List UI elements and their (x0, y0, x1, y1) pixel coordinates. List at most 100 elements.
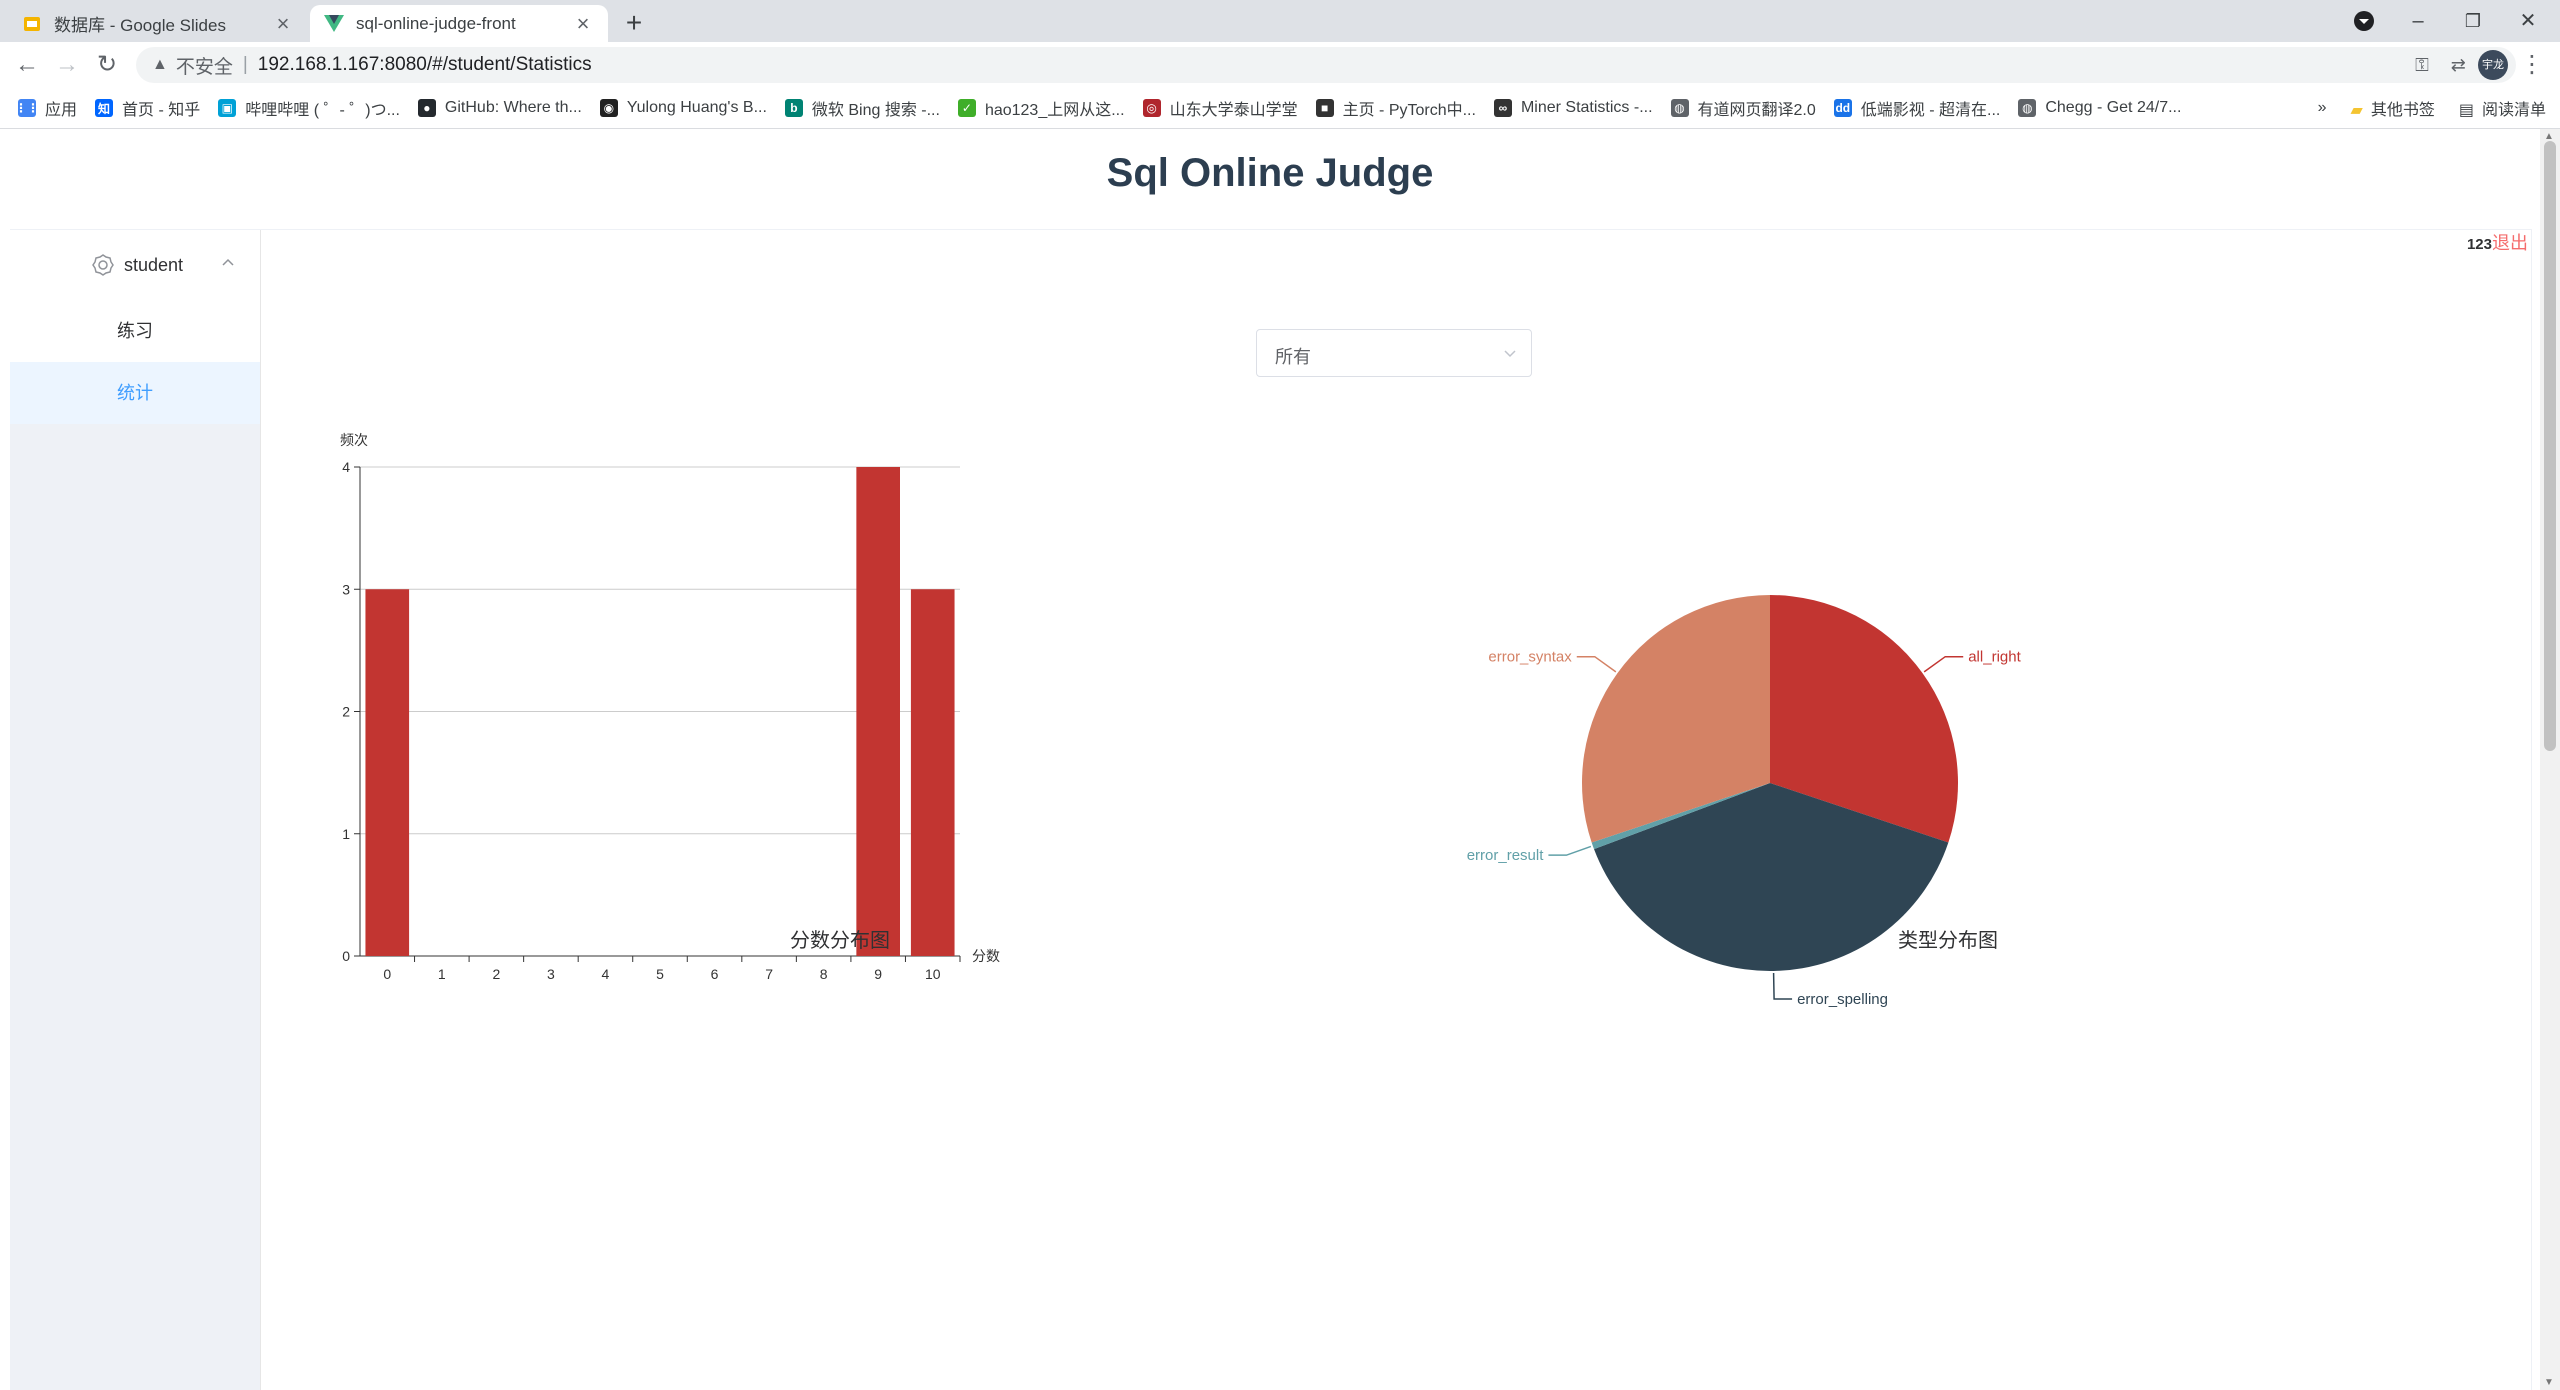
bookmark-label: 有道网页翻译2.0 (1697, 102, 1816, 119)
other-bookmarks-label: 其他书签 (2370, 102, 2435, 119)
bookmark-item[interactable]: ⋮⋮ 应用 (15, 96, 78, 120)
bookmark-label: GitHub: Where th... (444, 99, 582, 116)
pie-label: error_syntax (1488, 649, 1572, 666)
page-viewport: Sql Online Judge student 练习 统计 123退出 所有 … (0, 129, 2540, 1390)
bilibili-icon: ▣ (218, 99, 237, 117)
pie-label: error_result (1467, 847, 1545, 864)
bookmark-label: Yulong Huang's B... (626, 99, 767, 116)
bookmark-item[interactable]: ∞ Miner Statistics -... (1493, 99, 1653, 117)
minimize-icon[interactable]: – (2400, 6, 2436, 36)
sdu-icon: ◎ (1142, 99, 1161, 117)
submenu-student[interactable]: student (10, 230, 260, 300)
miner-icon: ∞ (1493, 99, 1512, 117)
bookmark-label: 低端影视 - 超清在... (1860, 102, 2001, 119)
gear-icon (92, 254, 114, 276)
bookmark-item[interactable]: b 微软 Bing 搜索 -... (784, 96, 940, 120)
chevron-up-icon (222, 258, 234, 266)
logout-link[interactable]: 退出 (2492, 233, 2528, 253)
x-tick-label: 5 (656, 966, 664, 982)
bookmarks-overflow-button[interactable]: » (2318, 99, 2327, 117)
y-tick-label: 4 (342, 459, 350, 475)
bookmark-item[interactable]: ● GitHub: Where th... (417, 99, 582, 117)
pie-chart-title: 类型分布图 (1898, 930, 1998, 952)
folder-icon: ▰ (2350, 102, 2363, 119)
bookmark-item[interactable]: ✓ hao123_上网从这... (957, 96, 1125, 120)
slides-icon (22, 14, 42, 34)
chevron-down-icon (1504, 350, 1516, 358)
bookmark-item[interactable]: 知首页 - 知乎 (95, 96, 200, 120)
bing-icon: b (784, 99, 803, 117)
back-icon[interactable]: ← (10, 48, 44, 82)
profile-avatar[interactable]: 宇龙 (2478, 50, 2508, 80)
bookmark-label: 首页 - 知乎 (122, 102, 201, 119)
browser-toolbar: ← → ↻ ▲ 不安全 | 192.168.1.167:8080/#/stude… (0, 42, 2560, 88)
bookmark-item[interactable]: ◍ Chegg - Get 24/7... (2018, 99, 2181, 117)
blog-icon: ◉ (599, 99, 618, 117)
submenu-label: student (124, 254, 184, 275)
url-text: 192.168.1.167:8080/#/student/Statistics (257, 54, 592, 75)
pie-label-line (1923, 655, 1964, 673)
x-tick-label: 8 (820, 966, 828, 982)
bookmark-item[interactable]: ▣ 哔哩哔哩 ( ゜- ゜)つ... (218, 96, 400, 120)
username: 123 (2466, 236, 2492, 253)
reading-list-icon: ▤ (2458, 102, 2474, 119)
close-tab-icon[interactable]: × (572, 11, 594, 37)
forward-icon[interactable]: → (50, 48, 84, 82)
x-tick-label: 2 (492, 966, 500, 982)
bar (365, 589, 410, 956)
address-bar[interactable]: ▲ 不安全 | 192.168.1.167:8080/#/student/Sta… (136, 47, 2516, 83)
sidebar-item-practice[interactable]: 练习 (10, 300, 260, 362)
warning-icon: ▲ (152, 56, 168, 73)
reading-list[interactable]: ▤ 阅读清单 (2459, 96, 2546, 120)
page-title: Sql Online Judge (1106, 151, 1434, 195)
scrollbar-thumb[interactable] (2544, 141, 2556, 751)
bookmark-label: 应用 (45, 102, 78, 119)
dd-icon: dd (1833, 99, 1852, 117)
bar (856, 467, 900, 956)
bookmark-item[interactable]: ◎ 山东大学泰山学堂 (1142, 96, 1298, 120)
tab-strip: 数据库 - Google Slides × sql-online-judge-f… (0, 0, 2560, 42)
reading-list-label: 阅读清单 (2481, 102, 2546, 119)
type-distribution-chart: all_right error_spelling error_result error… (1467, 595, 2022, 1008)
pie-label: all_right (1968, 649, 2021, 666)
user-info: 123退出 (2467, 229, 2528, 255)
bookmark-item[interactable]: ■ 主页 - PyTorch中... (1315, 96, 1476, 120)
bookmark-label: Miner Statistics -... (1520, 99, 1653, 116)
bookmark-item[interactable]: ◍ 有道网页翻译2.0 (1670, 96, 1816, 120)
apps-grid-icon: ⋮⋮ (15, 99, 39, 117)
close-window-icon[interactable]: ✕ (2510, 6, 2546, 36)
pie-label: error_spelling (1797, 991, 1888, 1008)
scroll-down-icon[interactable]: ▼ (2544, 1377, 2554, 1388)
bookmark-item[interactable]: dd 低端影视 - 超清在... (1833, 96, 2001, 120)
bookmark-label: 哔哩哔哩 ( ゜- ゜)つ... (245, 102, 400, 119)
bookmark-label: 微软 Bing 搜索 -... (811, 102, 940, 119)
tab-search-icon[interactable] (2346, 6, 2382, 36)
globe-icon: ◍ (1670, 99, 1689, 117)
browser-menu-icon[interactable]: ⋮ (2520, 48, 2544, 82)
bookmarks-bar: ⋮⋮ 应用知首页 - 知乎 ▣ 哔哩哔哩 ( ゜- ゜)つ... ● GitHub: Wh… (0, 88, 2560, 129)
sidebar-item-statistics[interactable]: 统计 (10, 362, 260, 424)
security-label: 不安全 (175, 56, 233, 78)
restore-icon[interactable]: ❐ (2455, 6, 2491, 36)
y-tick-label: 1 (342, 826, 350, 842)
tab-title: 数据库 - Google Slides (54, 16, 226, 35)
other-bookmarks[interactable]: ▰ 其他书签 (2351, 96, 2435, 120)
translate-icon[interactable]: ⇄ (2451, 55, 2466, 76)
globe-icon: ◍ (2018, 99, 2037, 117)
key-icon[interactable]: ⚿ (2415, 55, 2429, 76)
browser-tab-sql-judge[interactable]: sql-online-judge-front × (310, 5, 608, 42)
x-tick-label: 7 (765, 966, 773, 982)
browser-tab-slides[interactable]: 数据库 - Google Slides × (8, 5, 308, 42)
address-separator: | (242, 54, 248, 75)
x-tick-label: 9 (874, 966, 882, 982)
bookmark-label: 主页 - PyTorch中... (1342, 102, 1476, 119)
close-tab-icon[interactable]: × (272, 11, 294, 37)
type-filter-select[interactable]: 所有 (1256, 329, 1532, 377)
bar (910, 589, 955, 956)
x-tick-label: 3 (547, 966, 555, 982)
tab-title: sql-online-judge-front (356, 13, 516, 33)
new-tab-button[interactable]: + (618, 8, 650, 40)
page-scrollbar[interactable]: ▲ ▼ (2540, 129, 2560, 1390)
bookmark-item[interactable]: ◉ Yulong Huang's B... (599, 99, 767, 117)
reload-icon[interactable]: ↻ (90, 48, 124, 82)
